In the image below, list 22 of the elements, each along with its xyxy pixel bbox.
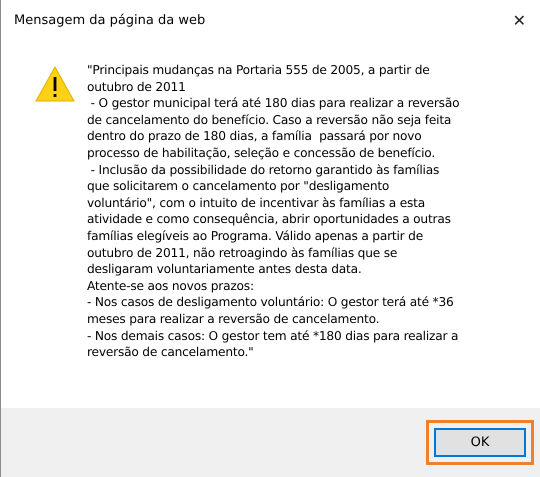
- message-line: que solicitarem o cancelamento por "desligamento: [87, 178, 390, 195]
- message-line: famílias elegíveis ao Programa. Válido apenas a partir de: [87, 228, 424, 245]
- message-line: voluntário", com o intuito de incentivar às famílias a esta: [87, 194, 426, 212]
- ok-button[interactable]: OK: [434, 428, 526, 457]
- warning-icon: [35, 66, 75, 102]
- message-line: - Nos casos de desligamento voluntário: O gestor terá até *36: [87, 294, 455, 311]
- message-line: processo de habilitação, seleção e concessão de benefício.: [87, 144, 436, 162]
- close-button[interactable]: ✕: [506, 8, 532, 32]
- message-line: outubro de 2011: [87, 78, 187, 96]
- message-line: reversão de cancelamento.": [87, 344, 255, 361]
- message-line: "Principais mudanças na Portaria 555 de 2005, a partir de: [87, 62, 431, 79]
- message-line: - Inclusão da possibilidade do retorno garantido às famílias: [90, 162, 440, 178]
- message-line: Atente-se aos novos prazos:: [87, 278, 255, 294]
- window-title: Mensagem da página da web: [14, 12, 206, 28]
- message-line: - O gestor municipal terá até 180 dias para realizar a reversão: [90, 95, 460, 112]
- message-line: outubro de 2011, não retroagindo às famílias que se: [87, 244, 398, 262]
- message-line: - Nos demais casos: O gestor tem até *180 dias para realizar a: [87, 328, 460, 344]
- message-line: desligaram voluntariamente antes desta data.: [87, 261, 363, 278]
- message-line: atividade e como consequência, abrir oportunidades a outras: [87, 211, 452, 228]
- message-line: dentro do prazo de 180 dias, a família passará por novo: [87, 128, 423, 145]
- message-line: de cancelamento do benefício. Caso a reversão não seja feita: [87, 112, 452, 128]
- message-line: meses para realizar a reversão de cancelamento.: [87, 310, 380, 328]
